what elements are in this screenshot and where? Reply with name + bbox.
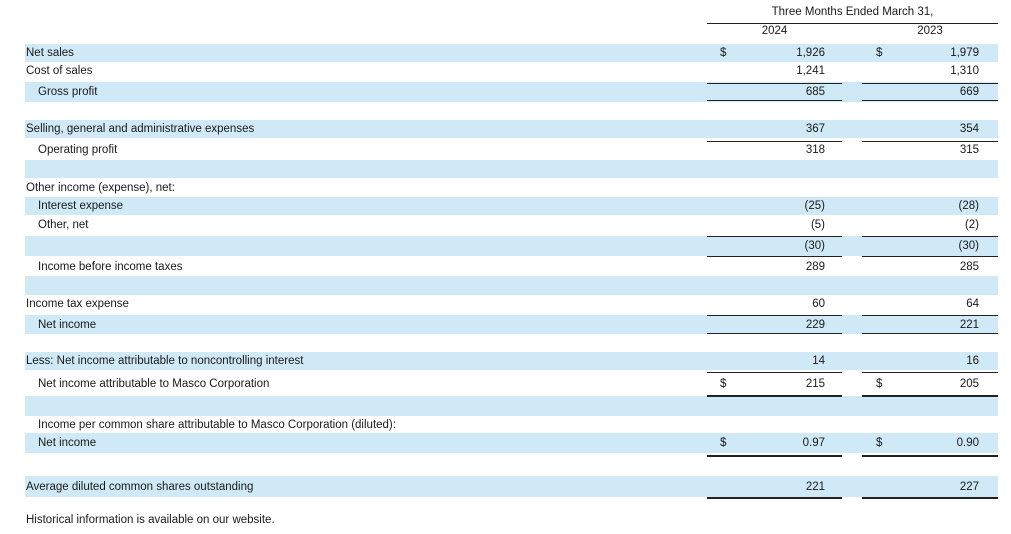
row-band	[25, 396, 998, 416]
row-label: Net income attributable to Masco Corpora…	[38, 378, 270, 390]
value-2023: 205	[959, 378, 979, 390]
value-2024: (25)	[804, 200, 825, 212]
rule-line	[707, 256, 842, 257]
value-2024: (30)	[804, 240, 825, 252]
row-label: Net income	[38, 319, 97, 331]
row-label: Cost of sales	[26, 65, 93, 77]
row-label: Income per common share attributable to …	[38, 419, 396, 431]
rule-line	[862, 100, 998, 101]
value-2023: 227	[959, 481, 979, 493]
rule-line	[707, 100, 842, 101]
row-band	[25, 82, 998, 102]
value-2023: 315	[959, 144, 979, 156]
row-band	[25, 160, 998, 178]
rule-line	[862, 498, 998, 499]
value-2024: 289	[805, 261, 825, 273]
year-header-2024: 2024	[761, 25, 788, 37]
value-2023: 16	[966, 355, 979, 367]
row-label: Operating profit	[38, 144, 118, 156]
footnote: Historical information is available on o…	[26, 514, 275, 526]
rule-line	[862, 236, 998, 237]
value-2024: 221	[805, 481, 825, 493]
value-2024: 0.97	[802, 437, 825, 449]
row-label: Less: Net income attributable to noncont…	[26, 355, 304, 367]
rule-line	[862, 315, 998, 316]
value-2023: 1,979	[950, 47, 979, 59]
value-2023: 1,310	[950, 65, 979, 77]
row-band	[25, 315, 998, 334]
rule-line	[707, 498, 842, 499]
year-header-2023: 2023	[917, 25, 943, 37]
value-2023: (28)	[958, 200, 979, 212]
value-2024: 60	[812, 298, 825, 310]
value-2023: 285	[959, 261, 979, 273]
rule-line	[862, 256, 998, 257]
value-2023: 64	[966, 298, 979, 310]
rule-line	[862, 83, 998, 84]
rule-line	[707, 333, 842, 334]
row-label: Other income (expense), net:	[26, 182, 175, 194]
value-2023: (2)	[964, 219, 979, 231]
value-2024: 215	[805, 378, 825, 390]
rule-line	[862, 372, 998, 373]
rule-line	[862, 456, 998, 457]
rule-line	[707, 396, 842, 397]
row-band	[25, 197, 998, 215]
rule-line	[707, 141, 842, 142]
row-band	[25, 44, 998, 62]
value-2024: 318	[805, 144, 825, 156]
value-2024: 367	[805, 123, 825, 135]
value-2024: 229	[805, 319, 825, 331]
row-label: Interest expense	[38, 200, 124, 212]
rule-line	[707, 456, 842, 457]
row-label: Income tax expense	[26, 298, 129, 310]
rule-line	[707, 83, 842, 84]
value-2023: 669	[959, 86, 979, 98]
rule-line	[707, 315, 842, 316]
row-label: Average diluted common shares outstandin…	[26, 481, 254, 493]
value-2023: 221	[959, 319, 979, 331]
value-2024: 1,926	[796, 47, 825, 59]
value-2023: 354	[959, 123, 979, 135]
rule-line	[707, 236, 842, 237]
value-2023: 0.90	[956, 437, 979, 449]
rule-line	[862, 396, 998, 397]
value-2024: (5)	[810, 219, 825, 231]
row-band	[25, 276, 998, 295]
row-label: Other, net	[38, 219, 89, 231]
income-statement-table: Three Months Ended March 31, 2024 2023 N…	[0, 0, 1011, 534]
rule-line	[862, 141, 998, 142]
row-label: Net income	[38, 437, 97, 449]
row-label: Gross profit	[38, 86, 98, 98]
rule-line	[862, 333, 998, 334]
row-band	[25, 236, 998, 256]
row-label: Income before income taxes	[38, 261, 183, 273]
rule-line	[707, 23, 998, 24]
rule-line	[707, 372, 842, 373]
row-label: Net sales	[26, 47, 74, 59]
row-band	[25, 433, 998, 453]
row-label: Selling, general and administrative expe…	[26, 123, 255, 135]
value-2024: 685	[805, 86, 825, 98]
period-header: Three Months Ended March 31,	[771, 6, 934, 18]
value-2023: (30)	[958, 240, 979, 252]
value-2024: 1,241	[796, 65, 825, 77]
value-2024: 14	[812, 355, 825, 367]
